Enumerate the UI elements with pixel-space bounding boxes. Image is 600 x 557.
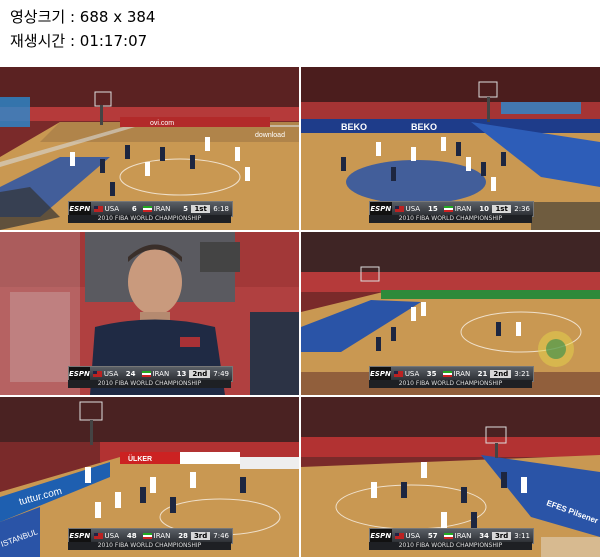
flag-iran-icon	[142, 206, 152, 212]
video-duration-label: 재생시간 : 01:17:07	[10, 32, 148, 50]
flag-iran-icon	[443, 206, 453, 212]
label: 3:11	[514, 532, 531, 540]
label: 57	[427, 532, 438, 540]
label: 35	[426, 370, 437, 378]
flag-iran-icon	[141, 371, 151, 377]
label: IRAN	[153, 532, 171, 540]
flag-iran-icon	[442, 371, 452, 377]
svg-text:BEKO: BEKO	[411, 122, 437, 132]
thumbnail-6[interactable]: EFES Pilsener ESPN USA 57 IRAN 34 3rd 3:…	[301, 397, 600, 557]
caption-4: 2010 FIBA WORLD CHAMPIONSHIP	[369, 380, 532, 388]
flag-usa-icon	[93, 533, 103, 539]
label: 48	[126, 532, 137, 540]
label: 6:18	[213, 205, 230, 213]
label: IRAN	[152, 370, 170, 378]
label: 2:36	[514, 205, 531, 213]
label: 3rd	[491, 532, 512, 540]
thumbnail-2[interactable]: BEKO BEKO ESPN USA 15 IRAN 10 1st 2:36 2…	[301, 67, 600, 230]
label: 2nd	[189, 370, 211, 378]
video-size-label: 영상크기 : 688 x 384	[10, 8, 156, 26]
label: 13	[176, 370, 187, 378]
thumbnail-grid: ovi.com download ESPN USA 6 IRAN 5 1st 6…	[0, 67, 600, 557]
flag-usa-icon	[394, 533, 404, 539]
label: ESPN	[370, 529, 392, 543]
thumbnail-3[interactable]: ESPN USA 24 IRAN 13 2nd 7:49 2010 FIBA W…	[0, 232, 299, 395]
label: IRAN	[153, 205, 171, 213]
label: ESPN	[370, 202, 392, 216]
label: 1st	[492, 205, 512, 213]
label: 21	[477, 370, 488, 378]
label: IRAN	[453, 370, 471, 378]
label: USA	[104, 205, 120, 213]
thumbnail-4[interactable]: ESPN USA 35 IRAN 21 2nd 3:21 2010 FIBA W…	[301, 232, 600, 395]
label: USA	[404, 370, 420, 378]
label: 2nd	[490, 370, 512, 378]
label: 7:46	[213, 532, 230, 540]
label: 15	[427, 205, 438, 213]
label: 1st	[191, 205, 211, 213]
label: 5	[183, 205, 188, 213]
label: ESPN	[370, 367, 391, 381]
signage-ulker: ÜLKER	[128, 454, 152, 463]
label: ESPN	[69, 529, 91, 543]
label: USA	[405, 532, 421, 540]
signage-download: download	[255, 132, 285, 139]
label: USA	[104, 532, 120, 540]
flag-usa-icon	[92, 371, 102, 377]
flag-iran-icon	[443, 533, 453, 539]
label: 34	[479, 532, 489, 540]
label: USA	[405, 205, 421, 213]
caption-3: 2010 FIBA WORLD CHAMPIONSHIP	[68, 380, 231, 388]
caption-5: 2010 FIBA WORLD CHAMPIONSHIP	[68, 542, 231, 550]
caption-6: 2010 FIBA WORLD CHAMPIONSHIP	[369, 542, 532, 550]
label: 7:49	[213, 370, 229, 378]
label: 3:21	[514, 370, 530, 378]
label: 10	[479, 205, 489, 213]
caption-1: 2010 FIBA WORLD CHAMPIONSHIP	[68, 215, 231, 223]
thumbnail-5[interactable]: ÜLKER tuttur.com ISTANBUL ESPN USA 48 IR…	[0, 397, 299, 557]
svg-text:ovi.com: ovi.com	[150, 120, 174, 127]
label: 28	[178, 532, 188, 540]
caption-2: 2010 FIBA WORLD CHAMPIONSHIP	[369, 215, 532, 223]
label: USA	[103, 370, 119, 378]
label: 3rd	[190, 532, 211, 540]
label: ESPN	[69, 367, 90, 381]
flag-usa-icon	[393, 371, 403, 377]
label: IRAN	[454, 532, 472, 540]
flag-iran-icon	[142, 533, 152, 539]
label: IRAN	[454, 205, 472, 213]
signage-beko: BEKO	[341, 122, 367, 132]
flag-usa-icon	[93, 206, 103, 212]
flag-usa-icon	[394, 206, 404, 212]
label: 6	[131, 205, 137, 213]
network-logo: ESPN	[69, 202, 91, 216]
label: 24	[125, 370, 136, 378]
thumbnail-1[interactable]: ovi.com download ESPN USA 6 IRAN 5 1st 6…	[0, 67, 299, 230]
